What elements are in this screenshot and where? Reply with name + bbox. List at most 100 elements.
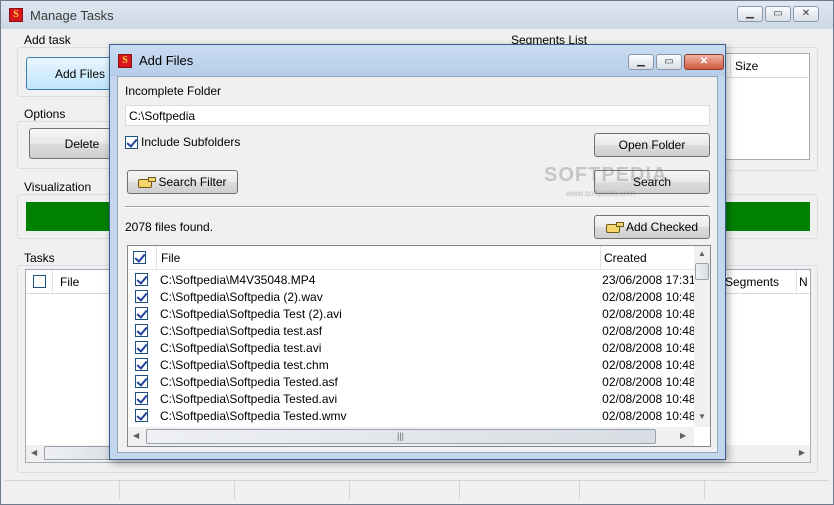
app-icon: S [9, 8, 23, 22]
scroll-up-icon[interactable]: ▲ [698, 250, 706, 258]
include-subfolders-checkbox[interactable]: Include Subfolders [125, 135, 240, 149]
incomplete-folder-label: Incomplete Folder [125, 84, 222, 98]
files-grid[interactable]: File Created C:\Softpedia\M4V35048.MP4 23… [127, 245, 711, 447]
search-filter-button[interactable]: Search Filter [127, 170, 238, 194]
options-label: Options [24, 107, 66, 121]
scroll-left-icon[interactable]: ◀ [133, 432, 139, 440]
file-path: C:\Softpedia\Softpedia test.chm [159, 357, 329, 372]
file-row[interactable]: C:\Softpedia\Softpedia Tested.asf 02/08/2… [128, 373, 694, 390]
close-button[interactable]: ✕ [793, 6, 819, 22]
dialog-close-button[interactable]: ✕ [684, 54, 724, 70]
dialog-minimize-button[interactable]: ▁ [628, 54, 654, 70]
file-path: C:\Softpedia\Softpedia Tested.wmv [159, 408, 347, 423]
file-path: C:\Softpedia\Softpedia (2).wav [159, 289, 323, 304]
watermark-url-text: www.softpedia.com [566, 189, 635, 198]
file-row-checkbox[interactable] [135, 341, 149, 354]
files-vscroll-thumb[interactable] [695, 263, 709, 280]
file-row-checkbox-cell [128, 290, 156, 303]
file-row[interactable]: C:\Softpedia\Softpedia test.chm 02/08/200… [128, 356, 694, 373]
add-task-label: Add task [24, 33, 71, 47]
tasks-segments-header[interactable]: Segments [720, 269, 779, 294]
file-row-checkbox-cell [128, 358, 156, 371]
scroll-down-icon[interactable]: ▼ [698, 413, 706, 421]
file-row-checkbox[interactable] [135, 392, 149, 405]
files-grid-header: File Created [128, 245, 694, 270]
grip-icon: ||| [397, 431, 405, 441]
file-row[interactable]: C:\Softpedia\Softpedia (2).wav 02/08/2008… [128, 288, 694, 305]
delete-label: Delete [64, 136, 100, 151]
file-path: C:\Softpedia\Softpedia test.asf [159, 323, 323, 338]
files-rows: C:\Softpedia\M4V35048.MP4 23/06/2008 17:3… [128, 271, 694, 426]
file-row[interactable]: C:\Softpedia\Softpedia Test (2).avi 02/08… [128, 305, 694, 322]
file-row-checkbox[interactable] [135, 375, 149, 388]
tasks-file-header[interactable]: File [52, 269, 79, 294]
tasks-select-all-checkbox[interactable] [33, 275, 46, 288]
file-row[interactable]: C:\Softpedia\Softpedia Tested.avi 02/08/2… [128, 390, 694, 407]
add-checked-label: Add Checked [625, 220, 699, 234]
select-all-checkbox[interactable] [133, 251, 146, 264]
file-path: C:\Softpedia\Softpedia Test (2).avi [159, 306, 342, 321]
file-row[interactable]: C:\Softpedia\M4V35048.MP4 23/06/2008 17:3… [128, 271, 694, 288]
dialog-window-buttons: ▁ ▭ ✕ [628, 54, 724, 70]
include-subfolders-box[interactable] [125, 135, 138, 149]
maximize-button[interactable]: ▭ [765, 6, 791, 22]
file-row[interactable]: C:\Softpedia\Softpedia test.avi 02/08/200… [128, 339, 694, 356]
watermark-url: www.softpedia.com [566, 189, 635, 198]
status-segment-5 [460, 481, 580, 500]
dialog-app-icon: S [118, 53, 132, 68]
file-row-checkbox-cell [128, 375, 156, 388]
files-horizontal-scrollbar[interactable]: ◀ ||| ▶ [128, 427, 694, 446]
maximize-icon: ▭ [664, 56, 674, 67]
separator [125, 206, 710, 208]
file-path: C:\Softpedia\Softpedia Tested.asf [159, 374, 338, 389]
open-folder-button[interactable]: Open Folder [594, 133, 710, 157]
dialog-maximize-button[interactable]: ▭ [656, 54, 682, 70]
minimize-icon: ▁ [637, 56, 645, 67]
file-created: 23/06/2008 17:31 [602, 272, 694, 287]
file-row-checkbox-cell [128, 324, 156, 337]
file-row-checkbox[interactable] [135, 273, 149, 286]
created-column-header[interactable]: Created [600, 245, 694, 270]
tasks-label: Tasks [24, 251, 55, 265]
file-row-checkbox-cell [128, 409, 156, 422]
file-row-checkbox-cell [128, 392, 156, 405]
file-path: C:\Softpedia\Softpedia Tested.avi [159, 391, 338, 406]
files-hscroll-thumb[interactable]: ||| [146, 429, 656, 444]
close-icon: ✕ [699, 56, 709, 67]
file-created: 02/08/2008 10:48 [602, 340, 694, 355]
file-created: 02/08/2008 10:48 [602, 408, 694, 423]
folder-input[interactable]: C:\Softpedia [125, 105, 710, 126]
add-checked-button[interactable]: Add Checked [594, 215, 710, 239]
scroll-right-icon[interactable]: ▶ [680, 432, 686, 440]
watermark: SOFTPEDIA [544, 164, 667, 187]
watermark-text: SOFTPEDIA [544, 164, 668, 186]
file-row-checkbox-cell [128, 341, 156, 354]
file-row-checkbox[interactable] [135, 290, 149, 303]
file-row-checkbox[interactable] [135, 358, 149, 371]
pointing-hand-icon [605, 221, 624, 233]
file-row-checkbox[interactable] [135, 324, 149, 337]
file-row-checkbox[interactable] [135, 409, 149, 422]
file-column-header[interactable]: File [156, 245, 600, 270]
scroll-left-icon[interactable]: ◀ [31, 449, 37, 457]
close-icon: ✕ [801, 8, 811, 19]
files-vertical-scrollbar[interactable]: ▲ ▼ [694, 246, 710, 427]
add-files-label: Add Files [54, 66, 106, 81]
minimize-button[interactable]: ▁ [737, 6, 763, 22]
file-row[interactable]: C:\Softpedia\Softpedia Tested.wmv 02/08/2… [128, 407, 694, 424]
file-row-checkbox[interactable] [135, 307, 149, 320]
main-titlebar[interactable]: S Manage Tasks [1, 1, 833, 29]
file-created: 02/08/2008 10:48 [602, 323, 694, 338]
search-filter-label: Search Filter [158, 175, 227, 189]
open-folder-label: Open Folder [618, 138, 686, 152]
files-found-label: 2078 files found. [125, 220, 214, 234]
tasks-n-header[interactable]: N [796, 269, 810, 294]
file-created: 02/08/2008 10:48 [602, 357, 694, 372]
dialog-title: Add Files [139, 53, 194, 68]
file-row-checkbox-cell [128, 307, 156, 320]
scroll-right-icon[interactable]: ▶ [799, 449, 805, 457]
segments-size-header[interactable]: Size [730, 53, 758, 78]
status-segment-1 [5, 481, 120, 500]
status-segment-3 [235, 481, 350, 500]
file-row[interactable]: C:\Softpedia\Softpedia test.asf 02/08/200… [128, 322, 694, 339]
